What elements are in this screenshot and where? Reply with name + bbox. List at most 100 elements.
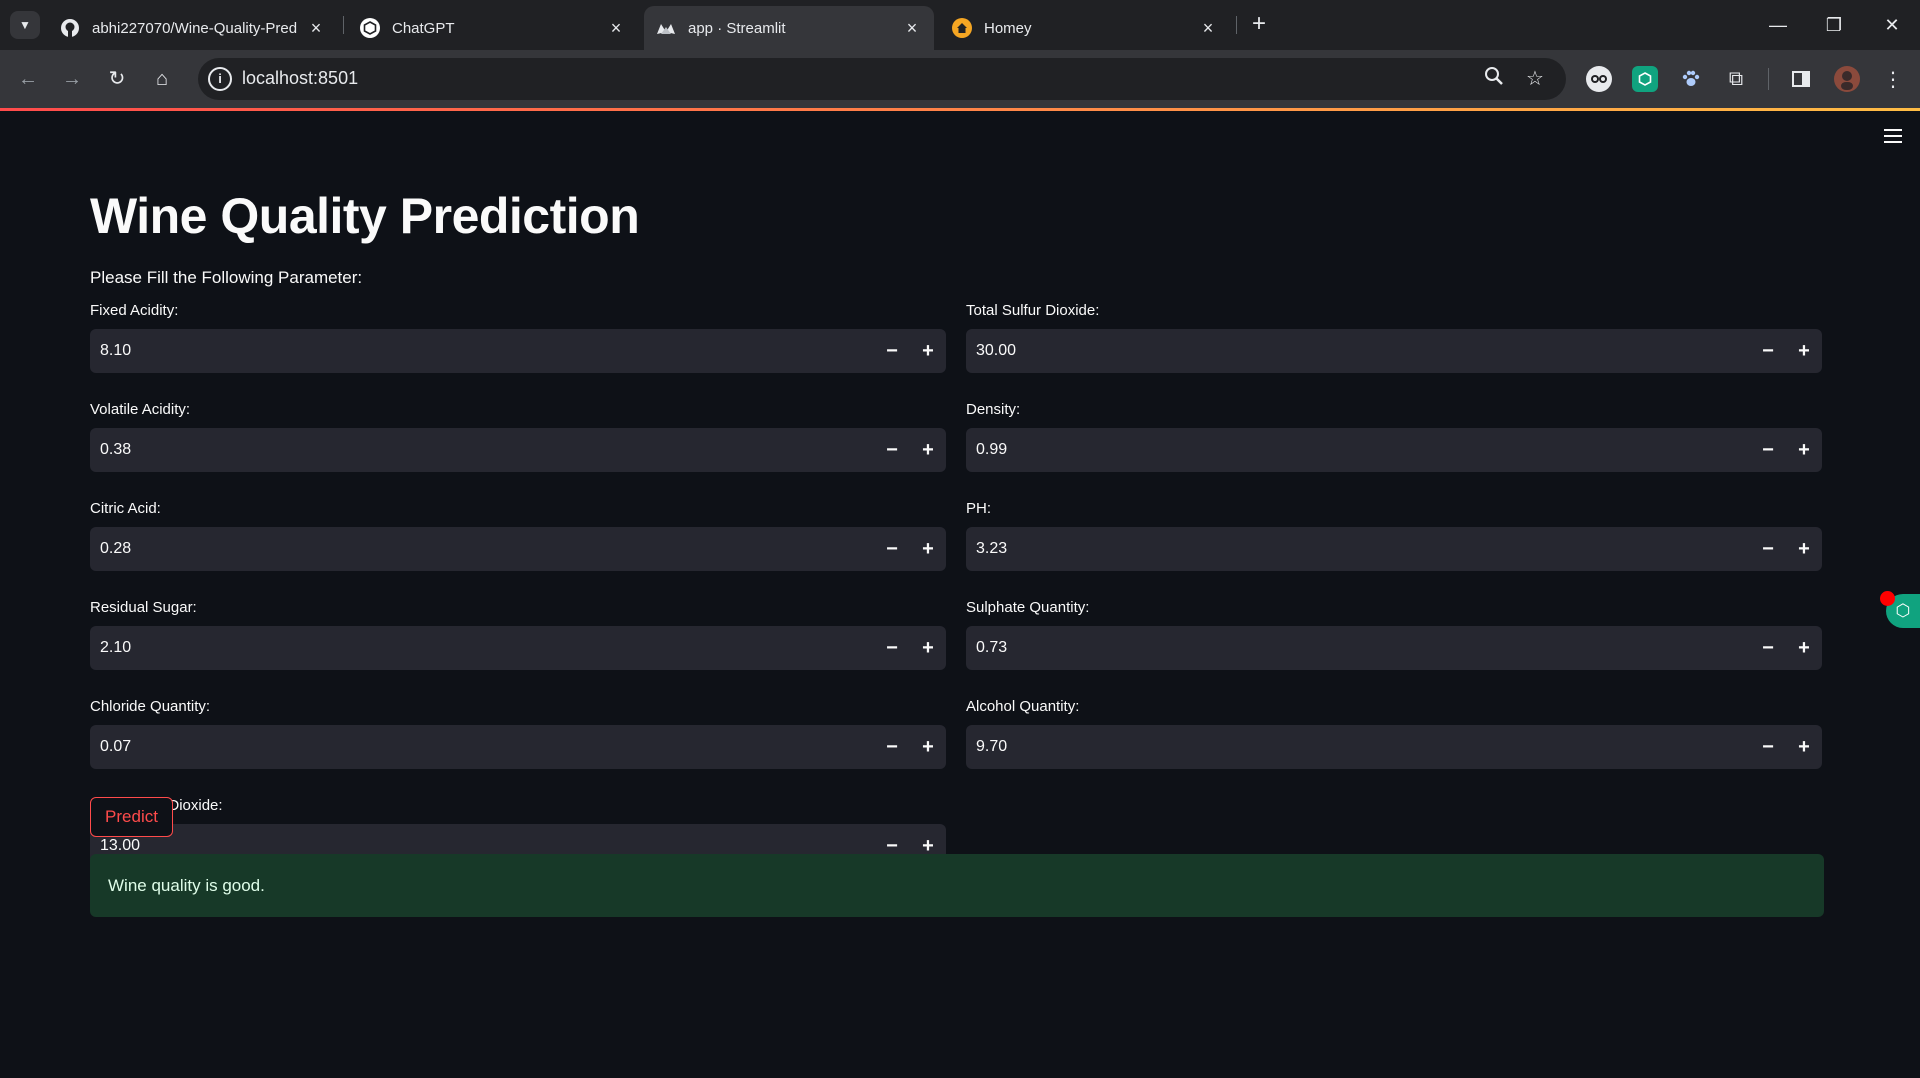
main-content: Wine Quality Prediction Please Fill the … bbox=[90, 186, 1824, 868]
close-icon[interactable]: × bbox=[606, 18, 626, 39]
number-input-value[interactable]: 0.99 bbox=[966, 441, 1750, 459]
number-input-field: Density: 0.99− + bbox=[966, 401, 1822, 500]
number-input[interactable]: 0.28− + bbox=[90, 527, 946, 571]
tab-title: abhi227070/Wine-Quality-Pred bbox=[92, 19, 298, 37]
extension-owl-icon[interactable] bbox=[1586, 66, 1612, 92]
arrow-left-icon: ← bbox=[18, 68, 38, 90]
increment-button[interactable]: + bbox=[910, 329, 946, 373]
number-input-value[interactable]: 8.10 bbox=[90, 342, 874, 360]
field-label: Fixed Acidity: bbox=[90, 302, 179, 319]
increment-button[interactable]: + bbox=[1786, 527, 1822, 571]
number-input-value[interactable]: 9.70 bbox=[966, 738, 1750, 756]
prediction-result: Wine quality is good. bbox=[90, 854, 1824, 917]
number-input[interactable]: 0.99− + bbox=[966, 428, 1822, 472]
decrement-button[interactable]: − bbox=[874, 725, 910, 769]
decrement-button[interactable]: − bbox=[874, 329, 910, 373]
url-text[interactable]: localhost:8501 bbox=[242, 68, 358, 89]
number-input[interactable]: 3.23− + bbox=[966, 527, 1822, 571]
number-input[interactable]: 0.73− + bbox=[966, 626, 1822, 670]
chatgpt-icon bbox=[360, 18, 380, 38]
number-input-value[interactable]: 0.38 bbox=[90, 441, 874, 459]
number-input[interactable]: 9.70− + bbox=[966, 725, 1822, 769]
number-input[interactable]: 8.10− + bbox=[90, 329, 946, 373]
homey-icon bbox=[952, 18, 972, 38]
puzzle-extensions-icon[interactable]: ⧉ bbox=[1723, 66, 1749, 92]
decrement-button[interactable]: − bbox=[1750, 626, 1786, 670]
increment-button[interactable]: + bbox=[1786, 428, 1822, 472]
increment-button[interactable]: + bbox=[910, 428, 946, 472]
number-input[interactable]: 0.38− + bbox=[90, 428, 946, 472]
number-input-field: Citric Acid: 0.28− + bbox=[90, 500, 946, 599]
decrement-button[interactable]: − bbox=[1750, 428, 1786, 472]
increment-button[interactable]: + bbox=[910, 527, 946, 571]
decrement-button[interactable]: − bbox=[874, 428, 910, 472]
number-input-field: Volatile Acidity: 0.38− + bbox=[90, 401, 946, 500]
notification-dot bbox=[1880, 591, 1895, 606]
increment-button[interactable]: + bbox=[910, 725, 946, 769]
zoom-icon[interactable] bbox=[1481, 66, 1507, 92]
tab-streamlit[interactable]: app · Streamlit × bbox=[644, 6, 934, 50]
number-input-value[interactable]: 2.10 bbox=[90, 639, 874, 657]
increment-button[interactable]: + bbox=[910, 626, 946, 670]
number-input-value[interactable]: 13.00 bbox=[90, 837, 874, 855]
reload-button[interactable]: ↻ bbox=[101, 63, 133, 95]
predict-button[interactable]: Predict bbox=[90, 797, 173, 837]
tab-github[interactable]: abhi227070/Wine-Quality-Pred × bbox=[48, 6, 338, 50]
main-menu-icon[interactable] bbox=[1884, 129, 1902, 147]
github-icon bbox=[60, 18, 80, 38]
side-panel-icon[interactable] bbox=[1788, 66, 1814, 92]
number-input-field: Chloride Quantity: 0.07− + bbox=[90, 698, 946, 797]
number-input-value[interactable]: 30.00 bbox=[966, 342, 1750, 360]
more-vert-icon[interactable]: ⋮ bbox=[1880, 66, 1906, 92]
decrement-button[interactable]: − bbox=[1750, 527, 1786, 571]
forward-button[interactable]: → bbox=[56, 63, 88, 95]
toolbar-divider bbox=[1768, 68, 1769, 90]
restore-button[interactable]: ❐ bbox=[1814, 10, 1854, 40]
reload-icon: ↻ bbox=[108, 68, 126, 90]
site-info-icon[interactable]: i bbox=[208, 67, 232, 91]
page-title: Wine Quality Prediction bbox=[90, 188, 640, 244]
number-input-field: Residual Sugar: 2.10− + bbox=[90, 599, 946, 698]
increment-button[interactable]: + bbox=[1786, 329, 1822, 373]
browser-tab-bar: ▼ abhi227070/Wine-Quality-Pred × ChatGPT… bbox=[0, 0, 1920, 50]
tab-homey[interactable]: Homey × bbox=[940, 6, 1230, 50]
increment-button[interactable]: + bbox=[1786, 626, 1822, 670]
profile-avatar[interactable] bbox=[1834, 66, 1860, 92]
number-input[interactable]: 2.10− + bbox=[90, 626, 946, 670]
increment-button[interactable]: + bbox=[1786, 725, 1822, 769]
arrow-right-icon: → bbox=[62, 68, 82, 90]
number-input-value[interactable]: 0.73 bbox=[966, 639, 1750, 657]
decrement-button[interactable]: − bbox=[1750, 725, 1786, 769]
number-input-value[interactable]: 0.28 bbox=[90, 540, 874, 558]
number-input[interactable]: 30.00− + bbox=[966, 329, 1822, 373]
home-icon: ⌂ bbox=[155, 68, 169, 90]
chatgpt-extension-icon[interactable] bbox=[1632, 66, 1658, 92]
close-icon[interactable]: × bbox=[902, 18, 922, 39]
tab-search-button[interactable]: ▼ bbox=[10, 11, 40, 39]
home-button[interactable]: ⌂ bbox=[146, 63, 178, 95]
tab-title: app · Streamlit bbox=[688, 19, 786, 37]
streamlit-app: Wine Quality Prediction Please Fill the … bbox=[0, 111, 1920, 1078]
number-input-value[interactable]: 3.23 bbox=[966, 540, 1750, 558]
new-tab-button[interactable]: + bbox=[1246, 12, 1272, 38]
tab-chatgpt[interactable]: ChatGPT × bbox=[348, 6, 638, 50]
close-window-button[interactable]: ✕ bbox=[1872, 10, 1912, 40]
number-input-field: Alcohol Quantity: 9.70− + bbox=[966, 698, 1822, 797]
tab-divider bbox=[1236, 16, 1237, 34]
decrement-button[interactable]: − bbox=[874, 626, 910, 670]
close-icon[interactable]: × bbox=[306, 18, 326, 39]
number-input-field: Fixed Acidity: 8.10− + bbox=[90, 302, 946, 401]
address-bar[interactable]: i localhost:8501 ☆ bbox=[198, 58, 1566, 100]
number-input-value[interactable]: 0.07 bbox=[90, 738, 874, 756]
decrement-button[interactable]: − bbox=[874, 527, 910, 571]
back-button[interactable]: ← bbox=[12, 63, 44, 95]
field-label: Density: bbox=[966, 401, 1021, 418]
bookmark-star-icon[interactable]: ☆ bbox=[1522, 66, 1548, 92]
minimize-button[interactable]: — bbox=[1758, 10, 1798, 40]
right-column: Total Sulfur Dioxide: 30.00− + Density: 0.99… bbox=[966, 302, 1822, 797]
paw-extension-icon[interactable] bbox=[1678, 66, 1704, 92]
field-label: Chloride Quantity: bbox=[90, 698, 211, 715]
close-icon[interactable]: × bbox=[1198, 18, 1218, 39]
decrement-button[interactable]: − bbox=[1750, 329, 1786, 373]
number-input[interactable]: 0.07− + bbox=[90, 725, 946, 769]
